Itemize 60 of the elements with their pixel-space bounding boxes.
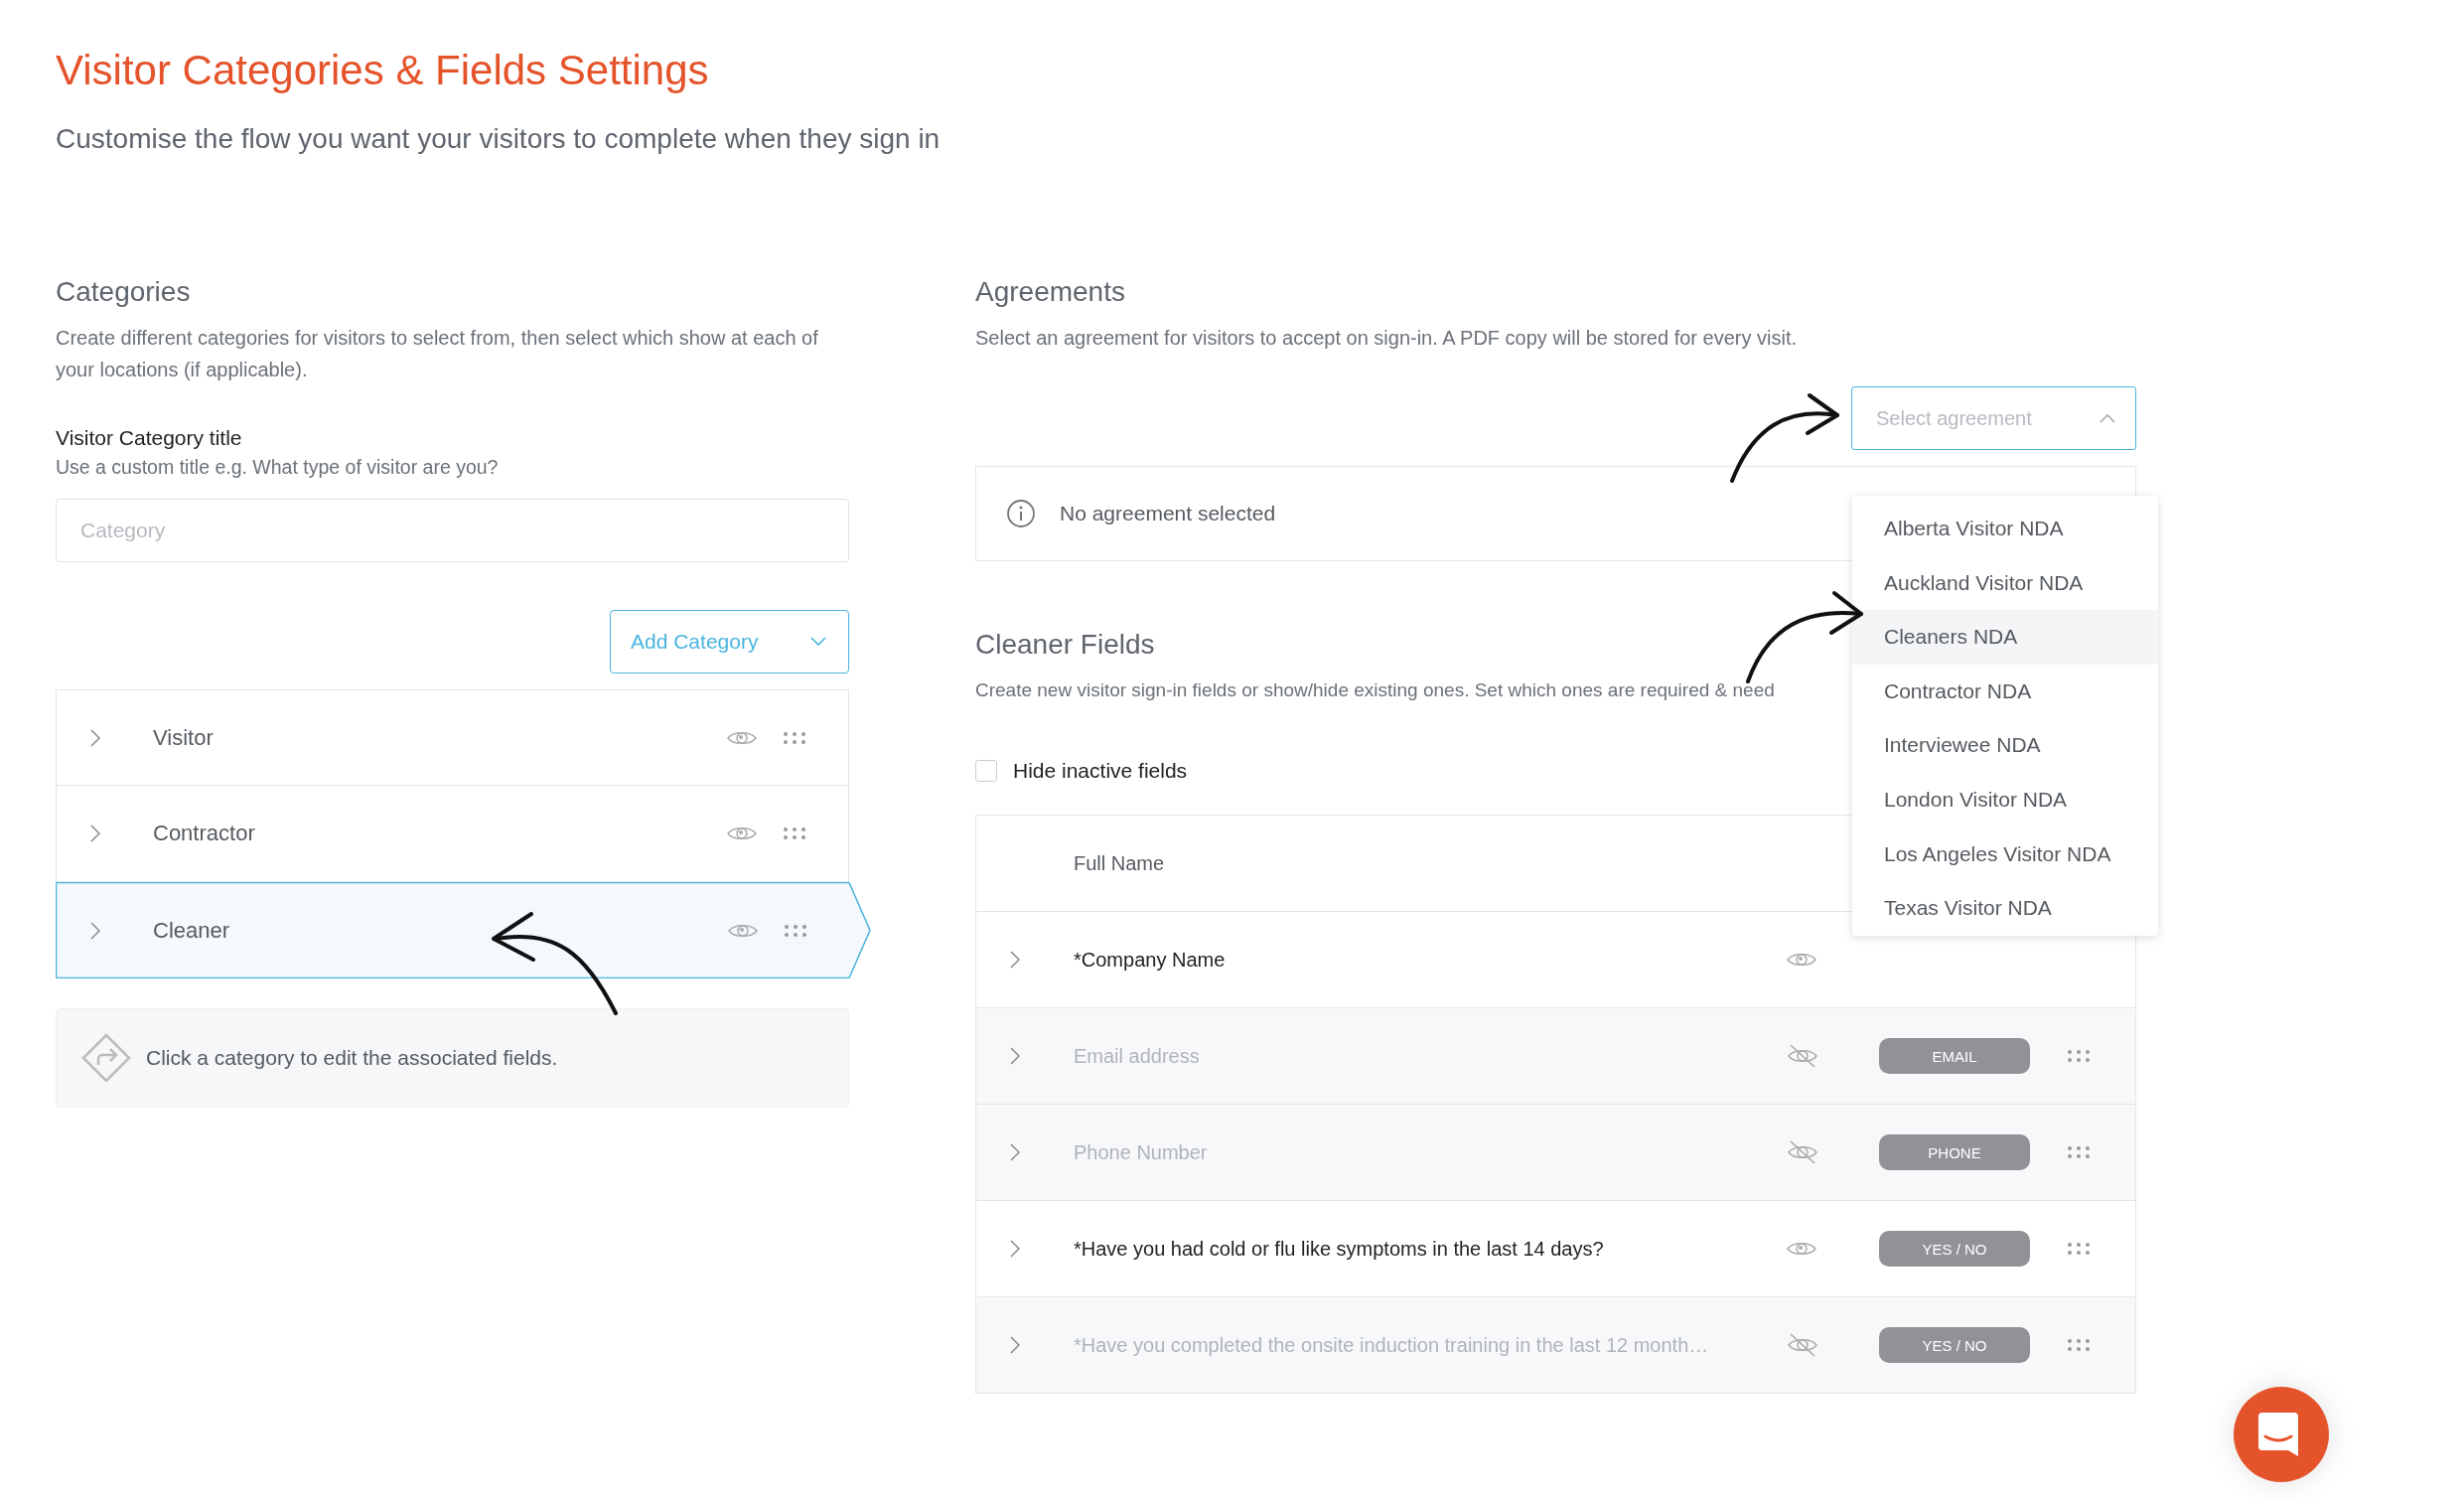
field-type-badge: PHONE bbox=[1879, 1134, 2030, 1170]
drag-handle-icon[interactable] bbox=[2067, 1242, 2091, 1256]
page-subtitle: Customise the flow you want your visitors to complete when they sign in bbox=[56, 122, 942, 156]
drag-handle-icon[interactable] bbox=[2067, 1145, 2091, 1159]
section-heading: Categories bbox=[56, 275, 191, 309]
drag-handle-icon[interactable] bbox=[783, 730, 806, 745]
category-name: Cleaner bbox=[153, 917, 231, 944]
category-row[interactable]: Cleaner bbox=[56, 882, 871, 978]
category-input[interactable]: Category bbox=[56, 499, 849, 562]
section-description: Create different categories for visitors to select from, then select which show at each of your locations (if applicable). bbox=[56, 326, 819, 382]
checkbox-label: Hide inactive fields bbox=[1013, 759, 1188, 783]
chevron-right-icon[interactable] bbox=[1010, 1143, 1020, 1161]
eye-slash-icon[interactable] bbox=[1787, 1332, 1818, 1358]
drag-handle-icon[interactable] bbox=[2067, 1049, 2091, 1063]
dropdown-option[interactable]: London Visitor NDA bbox=[1852, 772, 2158, 827]
checkbox[interactable] bbox=[975, 760, 997, 782]
field-name: Phone Number bbox=[1074, 1140, 1209, 1164]
chevron-down-icon bbox=[810, 637, 826, 647]
eye-slash-icon[interactable] bbox=[1787, 1139, 1818, 1165]
chevron-right-icon[interactable] bbox=[1010, 951, 1020, 969]
eye-icon[interactable] bbox=[727, 825, 757, 842]
field-type-badge: YES / NO bbox=[1879, 1231, 2030, 1267]
chevron-right-icon[interactable] bbox=[1010, 1240, 1020, 1258]
section-heading: Agreements bbox=[975, 275, 1125, 309]
hint-text: Click a category to edit the associated fields. bbox=[146, 1046, 558, 1070]
dropdown-option[interactable]: Contractor NDA bbox=[1852, 664, 2158, 719]
field-name: Email address bbox=[1074, 1044, 1201, 1068]
field-type-badge: YES / NO bbox=[1879, 1327, 2030, 1363]
section-description: Create new visitor sign-in fields or show/hide existing ones. Set which ones are required & need bbox=[975, 678, 1775, 702]
category-name: Visitor bbox=[153, 724, 215, 751]
drag-handle-icon[interactable] bbox=[784, 923, 807, 938]
field-name: *Company Name bbox=[1074, 948, 1227, 972]
chevron-right-icon[interactable] bbox=[90, 728, 100, 747]
chevron-right-icon[interactable] bbox=[90, 921, 100, 940]
redirect-sign-icon bbox=[80, 1032, 132, 1084]
agreement-status: No agreement selected bbox=[1060, 502, 1276, 526]
field-name: *Have you had cold or flu like symptoms in the last 14 days? bbox=[1074, 1237, 1605, 1261]
info-icon bbox=[1006, 499, 1036, 528]
drag-handle-icon[interactable] bbox=[2067, 1338, 2091, 1352]
dropdown-option[interactable]: Auckland Visitor NDA bbox=[1852, 555, 2158, 611]
drag-handle-icon[interactable] bbox=[783, 826, 806, 840]
dropdown-option[interactable]: Cleaners NDA bbox=[1852, 610, 2158, 665]
section-heading: Cleaner Fields bbox=[975, 628, 1155, 662]
category-name: Contractor bbox=[153, 821, 256, 846]
chevron-up-icon bbox=[2100, 413, 2115, 423]
dropdown-option[interactable]: Interviewee NDA bbox=[1852, 718, 2158, 773]
chevron-right-icon[interactable] bbox=[90, 825, 100, 842]
field-name: *Have you completed the onsite induction training in the last 12 month… bbox=[1074, 1333, 1710, 1357]
chevron-right-icon[interactable] bbox=[1010, 1047, 1020, 1065]
category-row[interactable]: Visitor bbox=[56, 689, 849, 786]
chevron-right-icon[interactable] bbox=[1010, 1336, 1020, 1354]
dropdown-option[interactable]: Alberta Visitor NDA bbox=[1852, 502, 2158, 556]
field-label: Visitor Category title bbox=[56, 425, 243, 451]
eye-slash-icon[interactable] bbox=[1787, 1043, 1818, 1069]
field-hint: Use a custom title e.g. What type of visitor are you? bbox=[56, 455, 500, 480]
dropdown-option[interactable]: Los Angeles Visitor NDA bbox=[1852, 826, 2158, 882]
field-type-badge: EMAIL bbox=[1879, 1038, 2030, 1074]
field-name: Full Name bbox=[1074, 851, 1166, 875]
page-title: Visitor Categories & Fields Settings bbox=[56, 46, 710, 95]
section-description: Select an agreement for visitors to accept on sign-in. A PDF copy will be stored for every visit. bbox=[975, 326, 1799, 351]
